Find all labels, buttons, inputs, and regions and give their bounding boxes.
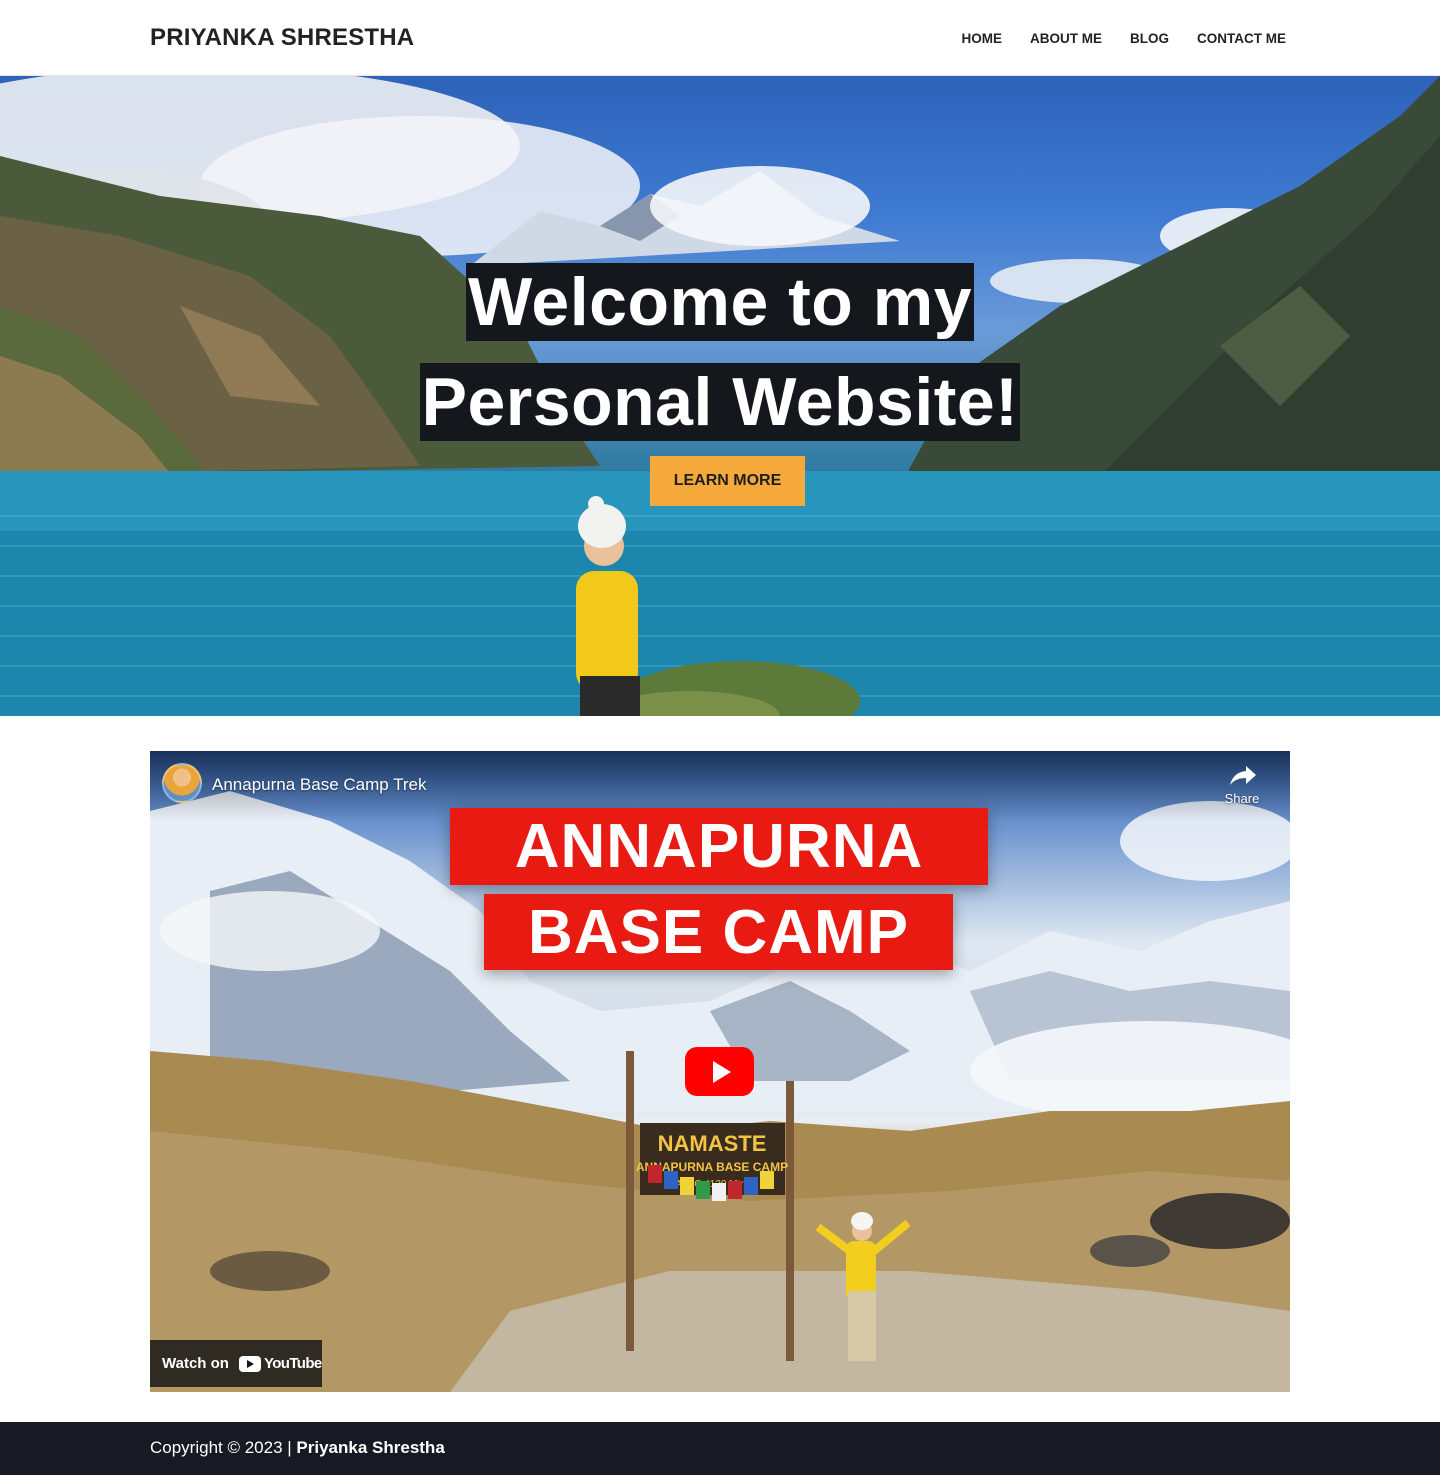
share-icon [1230,766,1256,785]
watch-on-youtube-button[interactable]: Watch on YouTube [150,1340,322,1387]
channel-avatar[interactable] [162,763,202,803]
footer-owner-name: Priyanka Shrestha [296,1438,445,1457]
youtube-wordmark: YouTube [263,1355,322,1372]
share-label: Share [1224,791,1260,806]
main-nav: HOME ABOUT ME BLOG CONTACT ME [962,31,1287,46]
youtube-play-mark-icon [238,1355,261,1372]
hero-section: Welcome to my Personal Website! LEARN MO… [0,76,1440,716]
hero-title: Welcome to my Personal Website! [0,263,1440,441]
share-button[interactable]: Share [1222,763,1262,806]
footer-copyright: Copyright © 2023 | Priyanka Shrestha [150,1438,445,1458]
play-button[interactable] [685,1047,754,1096]
site-footer: Copyright © 2023 | Priyanka Shrestha [0,1422,1440,1475]
youtube-logo-icon: YouTube [238,1355,322,1372]
site-header: PRIYANKA SHRESTHA HOME ABOUT ME BLOG CON… [0,0,1440,76]
thumbnail-banner-line-1: ANNAPURNA [450,808,988,885]
nav-blog[interactable]: BLOG [1130,31,1169,46]
nav-contact-me[interactable]: CONTACT ME [1197,31,1286,46]
thumbnail-banner-line-2: BASE CAMP [484,894,953,970]
learn-more-button[interactable]: LEARN MORE [650,456,805,506]
sign-line-1: NAMASTE [658,1131,767,1156]
video-title[interactable]: Annapurna Base Camp Trek [212,775,427,795]
hero-title-line-1: Welcome to my [465,263,975,341]
copyright-text: Copyright © 2023 | [150,1438,292,1457]
nav-about-me[interactable]: ABOUT ME [1030,31,1102,46]
site-brand-link[interactable]: PRIYANKA SHRESTHA [150,24,414,52]
watch-on-label: Watch on [162,1355,229,1372]
youtube-video-embed[interactable]: NAMASTE ANNAPURNA BASE CAMP (A.B.C 4130 … [150,751,1290,1392]
nav-home[interactable]: HOME [962,31,1003,46]
play-icon [712,1060,731,1083]
hero-title-line-2: Personal Website! [419,363,1021,441]
